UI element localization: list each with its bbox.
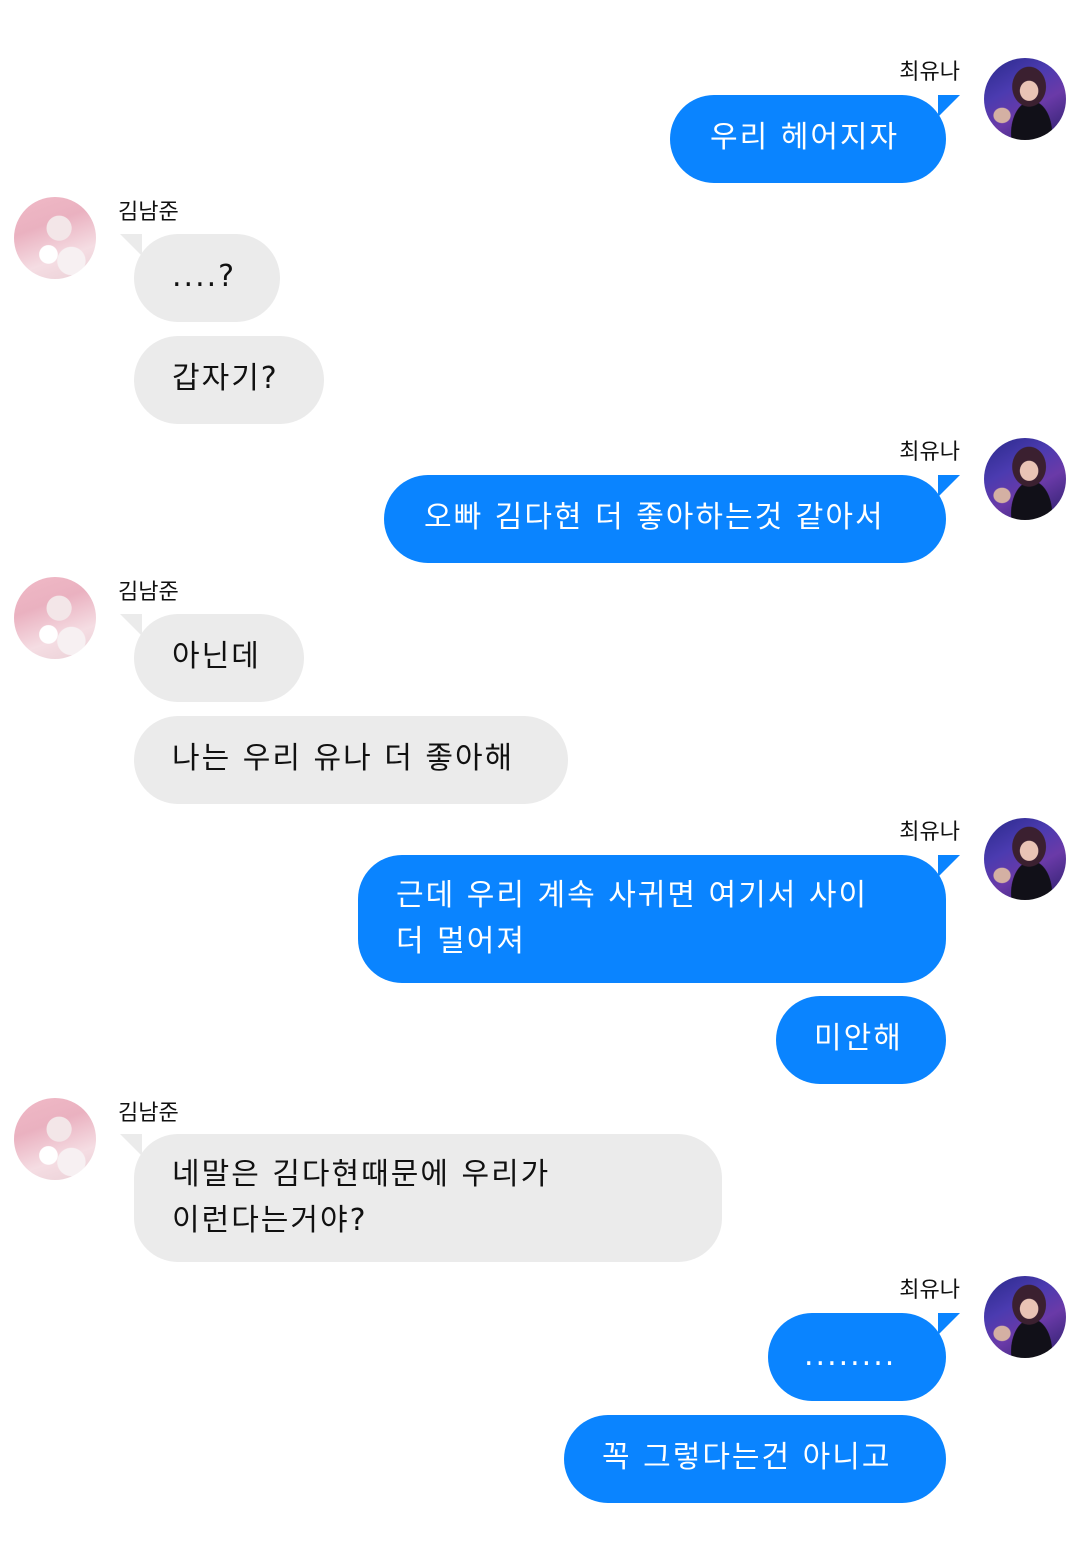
message-text: 나는 우리 유나 더 좋아해 <box>172 741 515 776</box>
sender-name-yuna: 최유나 <box>899 440 960 465</box>
message-bubble-outgoing[interactable]: 근데 우리 계속 사귀면 여기서 사이 더 멀어져 <box>358 855 946 983</box>
message-text: 근데 우리 계속 사귀면 여기서 사이 더 멀어져 <box>396 878 869 959</box>
message-bubble-incoming[interactable]: ....? <box>134 234 280 322</box>
message-text: ........ <box>804 1338 897 1373</box>
bubble-tail <box>120 614 142 636</box>
bubble-tail <box>120 1134 142 1156</box>
person-avatar-icon[interactable] <box>984 1276 1066 1358</box>
message-text: 우리 헤어지자 <box>710 120 900 155</box>
message-bubble-outgoing[interactable]: 오빠 김다현 더 좋아하는것 같아서 <box>384 475 946 563</box>
sender-name-yuna: 최유나 <box>899 1278 960 1303</box>
message-bubble-outgoing[interactable]: 우리 헤어지자 <box>670 95 946 183</box>
message-text: 미안해 <box>814 1021 903 1056</box>
bubble-tail <box>938 95 960 117</box>
sender-name-namjoon: 김남준 <box>118 1101 179 1126</box>
message-text: ....? <box>172 259 237 294</box>
message-bubble-outgoing[interactable]: 미안해 <box>776 996 946 1084</box>
message-text: 갑자기? <box>172 361 279 396</box>
bubble-tail <box>938 1313 960 1335</box>
message-bubble-incoming[interactable]: 아닌데 <box>134 614 304 702</box>
message-bubble-incoming[interactable]: 갑자기? <box>134 336 324 424</box>
message-text: 아닌데 <box>172 639 261 674</box>
bubble-tail <box>938 475 960 497</box>
person-avatar-icon[interactable] <box>14 197 96 279</box>
sender-name-namjoon: 김남준 <box>118 580 179 605</box>
person-avatar-icon[interactable] <box>14 577 96 659</box>
person-avatar-icon[interactable] <box>984 438 1066 520</box>
message-text: 꼭 그렇다는건 아니고 <box>602 1440 892 1475</box>
message-text: 오빠 김다현 더 좋아하는것 같아서 <box>424 500 885 535</box>
message-text: 네말은 김다현때문에 우리가 이런다는거야? <box>172 1157 551 1238</box>
message-bubble-incoming[interactable]: 나는 우리 유나 더 좋아해 <box>134 716 568 804</box>
message-bubble-outgoing[interactable]: ........ <box>768 1313 946 1401</box>
bubble-tail <box>120 234 142 256</box>
message-bubble-outgoing[interactable]: 꼭 그렇다는건 아니고 <box>564 1415 946 1503</box>
person-avatar-icon[interactable] <box>984 58 1066 140</box>
person-avatar-icon[interactable] <box>984 818 1066 900</box>
sender-name-yuna: 최유나 <box>899 60 960 85</box>
sender-name-namjoon: 김남준 <box>118 200 179 225</box>
message-bubble-incoming[interactable]: 네말은 김다현때문에 우리가 이런다는거야? <box>134 1134 722 1262</box>
person-avatar-icon[interactable] <box>14 1098 96 1180</box>
sender-name-yuna: 최유나 <box>899 820 960 845</box>
